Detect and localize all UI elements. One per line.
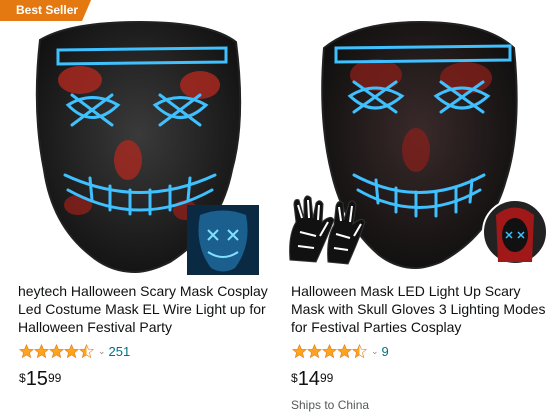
product-title[interactable]: Halloween Mask LED Light Up Scary Mask w… bbox=[291, 282, 549, 336]
star-icon bbox=[64, 343, 79, 358]
product-card-1[interactable]: Best Seller heytech Halloween Scary Mask… bbox=[0, 0, 272, 418]
star-icon bbox=[49, 343, 64, 358]
price-currency: $ bbox=[291, 371, 298, 385]
review-count[interactable]: 9 bbox=[382, 344, 389, 359]
rating-row[interactable]: ⌄ 9 bbox=[292, 343, 389, 359]
star-rating[interactable] bbox=[19, 343, 94, 359]
price-currency: $ bbox=[19, 371, 26, 385]
best-seller-badge: Best Seller bbox=[0, 0, 91, 21]
product-title[interactable]: heytech Halloween Scary Mask Cosplay Led… bbox=[18, 282, 270, 336]
product-image-led-mask[interactable] bbox=[0, 0, 272, 278]
price-whole: 14 bbox=[297, 368, 320, 390]
star-half-icon bbox=[352, 343, 367, 358]
price-whole: 15 bbox=[25, 368, 48, 390]
product-card-2[interactable]: Halloween Mask LED Light Up Scary Mask w… bbox=[276, 0, 552, 418]
star-icon bbox=[337, 343, 352, 358]
price[interactable]: $ 15 99 bbox=[19, 368, 61, 390]
star-icon bbox=[34, 343, 49, 358]
shipping-info: Ships to China bbox=[291, 398, 370, 412]
price-fraction: 99 bbox=[319, 371, 334, 385]
star-icon bbox=[322, 343, 337, 358]
star-rating[interactable] bbox=[292, 343, 367, 359]
star-half-icon bbox=[79, 343, 94, 358]
price-fraction: 99 bbox=[47, 371, 62, 385]
star-icon bbox=[307, 343, 322, 358]
star-icon bbox=[292, 343, 307, 358]
chevron-down-icon[interactable]: ⌄ bbox=[98, 346, 106, 357]
chevron-down-icon[interactable]: ⌄ bbox=[371, 346, 379, 357]
rating-row[interactable]: ⌄ 251 bbox=[19, 343, 130, 359]
review-count[interactable]: 251 bbox=[109, 344, 131, 359]
product-image-led-mask-gloves[interactable] bbox=[276, 0, 552, 278]
skull-gloves-graphic bbox=[289, 195, 366, 265]
price[interactable]: $ 14 99 bbox=[291, 368, 333, 390]
star-icon bbox=[19, 343, 34, 358]
